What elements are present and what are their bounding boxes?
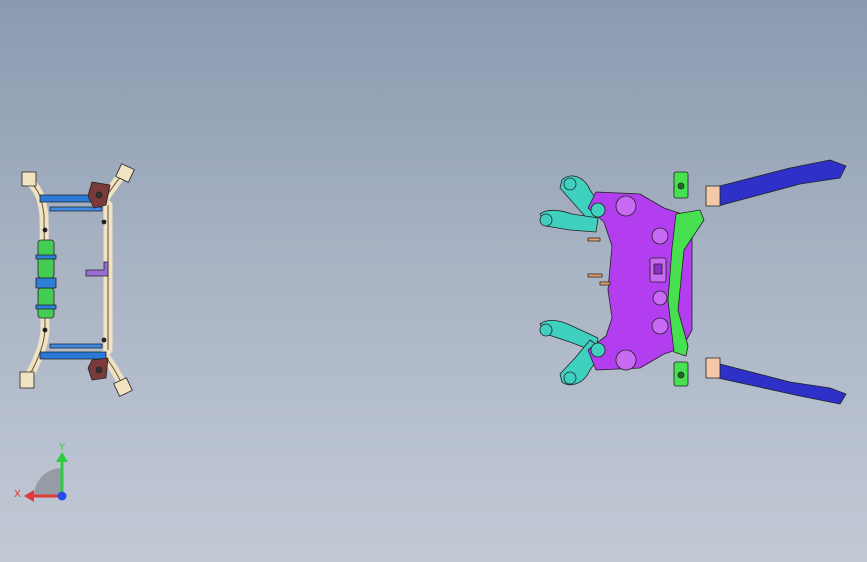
left-bolt-1: [101, 219, 107, 225]
left-bolt-4: [42, 227, 48, 233]
left-bushing-band-2: [35, 254, 57, 260]
triad-x-arrow: [24, 490, 34, 502]
right-subframe-boss-5: [652, 290, 668, 306]
left-cross-member-bottom: [39, 351, 107, 360]
right-arm-bushing-1: [590, 202, 606, 218]
right-fastener-3: [599, 281, 611, 286]
model-scene[interactable]: [0, 0, 867, 562]
left-bushing-band-3: [35, 304, 57, 310]
right-link-end-upper: [705, 185, 721, 207]
right-green-mount-bolt-1: [677, 182, 685, 190]
right-subframe-slot-inner: [653, 263, 663, 275]
left-end-bracket-tl: [21, 171, 37, 187]
right-link-end-lower: [705, 357, 721, 379]
triad-y-label: Y: [58, 442, 66, 453]
right-fastener-2: [587, 273, 603, 278]
left-bushing-band-1: [35, 277, 57, 289]
right-arm-bushing-3: [539, 213, 553, 227]
left-mount-hole-1: [95, 191, 103, 199]
triad-plane-disc: [34, 468, 62, 496]
left-end-bracket-bl: [19, 371, 35, 389]
left-frame-assembly[interactable]: [19, 163, 135, 397]
triad-x-label: X: [14, 489, 21, 500]
left-bolt-3: [42, 327, 48, 333]
right-subframe-boss-4: [651, 317, 669, 335]
right-subframe-assembly[interactable]: [539, 159, 847, 405]
right-arm-bushing-2: [590, 342, 606, 358]
right-subframe-boss-3: [651, 227, 669, 245]
right-fastener-1: [587, 237, 601, 242]
left-purple-bracket: [85, 261, 109, 277]
right-arm-bushing-4: [539, 323, 553, 337]
coordinate-triad: Y X: [14, 442, 68, 502]
triad-y-arrow: [56, 452, 68, 462]
right-subframe-boss-1: [615, 195, 637, 217]
left-bushing-lower: [37, 287, 55, 319]
cad-viewport[interactable]: Y X: [0, 0, 867, 562]
right-link-lower: [711, 361, 847, 405]
right-arm-bushing-5: [563, 177, 577, 191]
right-arm-bushing-6: [563, 371, 577, 385]
right-link-upper: [711, 159, 847, 207]
triad-z-axis: [57, 491, 67, 501]
right-subframe-boss-2: [615, 349, 637, 371]
left-bolt-2: [101, 337, 107, 343]
left-cross-member-bottom-2: [49, 343, 103, 349]
left-mount-hole-2: [95, 366, 103, 374]
right-green-mount-bolt-2: [677, 371, 685, 379]
